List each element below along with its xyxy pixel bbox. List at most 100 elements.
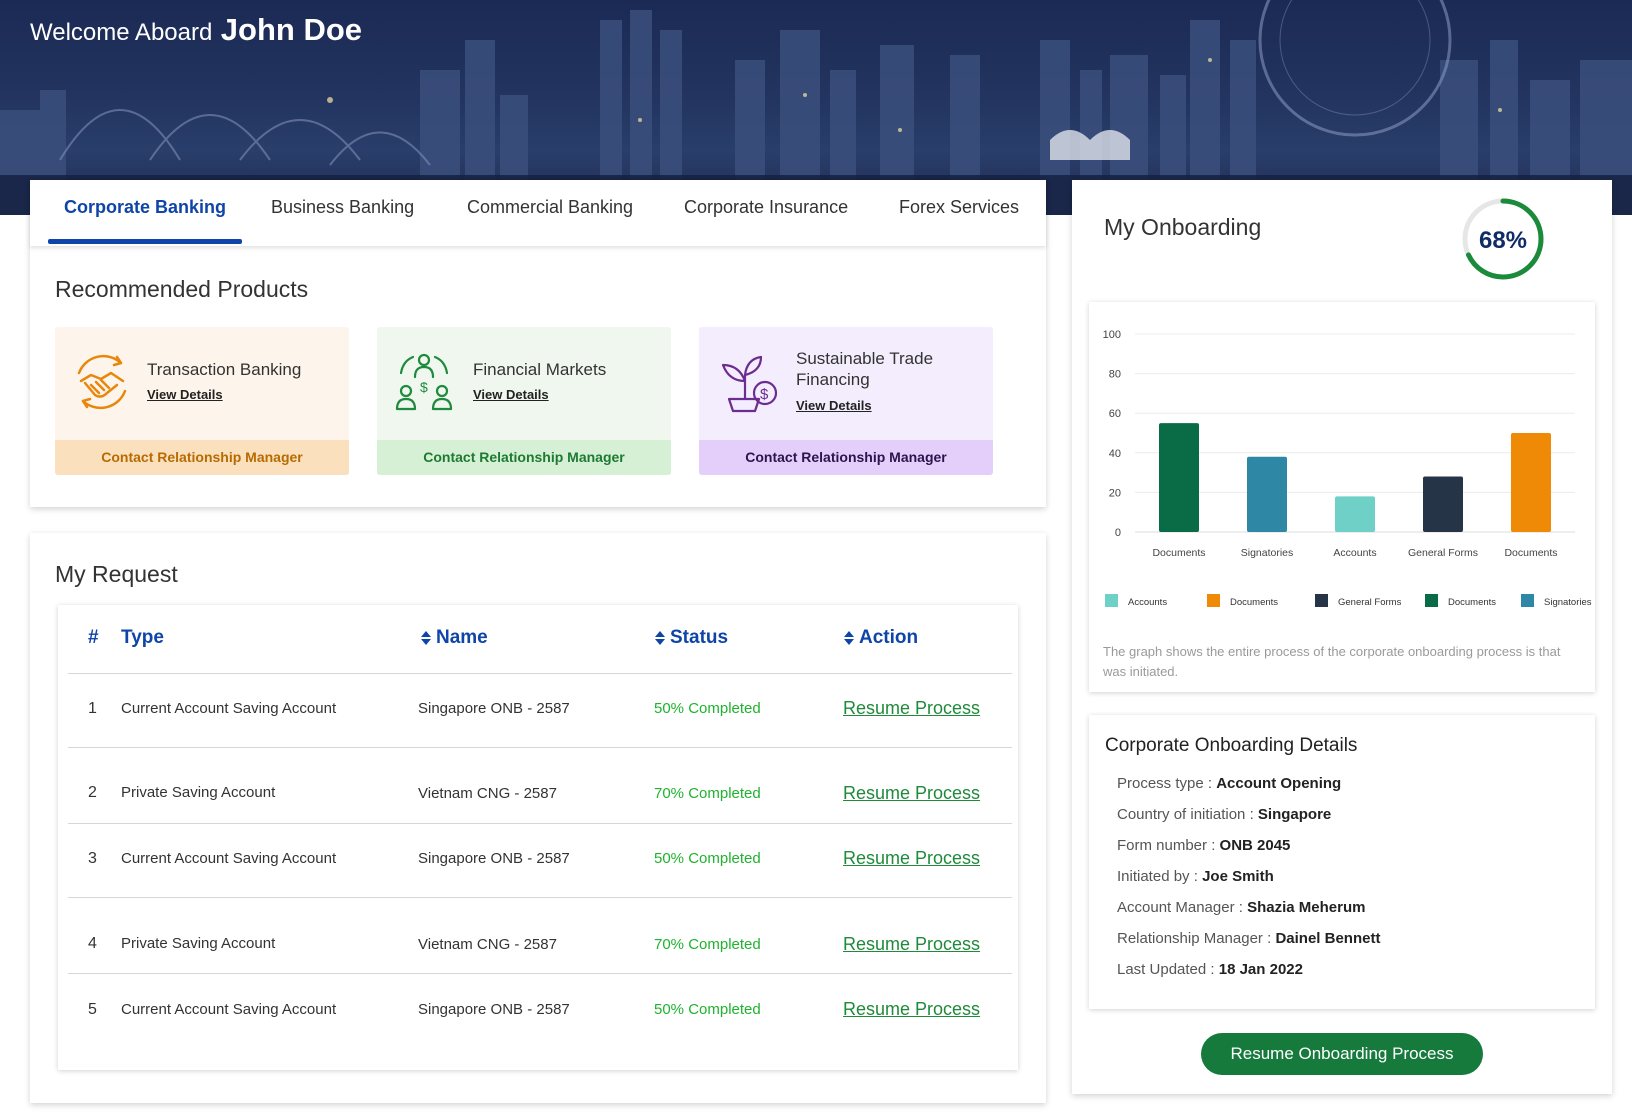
- y-tick-label: 20: [1109, 487, 1121, 499]
- progress-ring: 68%: [1462, 198, 1544, 280]
- legend-label: Documents: [1448, 597, 1496, 608]
- my-request-title: My Request: [55, 561, 178, 587]
- handshake-icon: [77, 354, 127, 410]
- row-name: Singapore ONB - 2587: [418, 700, 570, 717]
- y-tick-label: 60: [1109, 408, 1121, 420]
- column-header-name[interactable]: Name: [420, 627, 488, 649]
- chart-bar: [1335, 496, 1375, 532]
- view-details-link[interactable]: View Details: [147, 387, 223, 402]
- tab-commercial-banking[interactable]: Commercial Banking: [467, 180, 633, 246]
- column-header-action[interactable]: Action: [843, 627, 918, 649]
- row-status: 50% Completed: [654, 850, 761, 867]
- onboarding-details: Corporate Onboarding Details Process typ…: [1089, 715, 1595, 1009]
- y-tick-label: 40: [1109, 448, 1121, 460]
- x-tick-label: General Forms: [1408, 547, 1478, 559]
- chart-bar: [1423, 476, 1463, 532]
- detail-label: Last Updated :: [1117, 961, 1219, 978]
- row-type: Current Account Saving Account: [121, 700, 337, 717]
- detail-value: Account Opening: [1216, 775, 1342, 792]
- resume-process-link[interactable]: Resume Process: [843, 698, 980, 719]
- row-number: 3: [88, 850, 97, 867]
- row-status: 50% Completed: [654, 700, 761, 717]
- recommended-products-title: Recommended Products: [55, 276, 309, 302]
- bar-chart: 0 20 40 60 80 100 Documents Signatories Accounts…: [1103, 329, 1592, 608]
- tab-forex-services[interactable]: Forex Services: [899, 180, 1019, 246]
- detail-value: Shazia Meherum: [1247, 899, 1366, 916]
- row-divider: [68, 973, 1012, 974]
- row-number: 5: [88, 1001, 97, 1018]
- chart-bar: [1511, 433, 1551, 532]
- row-divider: [68, 897, 1012, 898]
- y-tick-label: 80: [1109, 369, 1121, 381]
- x-tick-label: Signatories: [1241, 547, 1294, 559]
- detail-label: Relationship Manager :: [1117, 930, 1276, 947]
- user-name: John Doe: [220, 12, 363, 47]
- tab-business-banking[interactable]: Business Banking: [271, 180, 414, 246]
- investors-icon: $: [395, 353, 453, 411]
- view-details-link[interactable]: View Details: [473, 387, 549, 402]
- row-name: Vietnam CNG - 2587: [418, 936, 557, 953]
- tab-corporate-banking[interactable]: Corporate Banking: [47, 180, 243, 246]
- resume-onboarding-button[interactable]: Resume Onboarding Process: [1201, 1033, 1483, 1075]
- x-tick-label: Accounts: [1333, 547, 1376, 559]
- row-status: 50% Completed: [654, 1001, 761, 1018]
- contact-rm-button[interactable]: Contact Relationship Manager: [377, 440, 671, 475]
- resume-process-link[interactable]: Resume Process: [843, 934, 980, 955]
- sort-icon: [844, 630, 854, 645]
- products-card: Corporate Banking Business Banking Comme…: [30, 180, 1046, 507]
- detail-relationship-manager: Relationship Manager : Dainel Bennett: [1117, 930, 1380, 947]
- legend-label: Documents: [1230, 597, 1278, 608]
- legend-swatch: [1425, 594, 1438, 607]
- x-tick-label: Documents: [1504, 547, 1557, 559]
- product-card-financial-markets: $ Financial Markets View Details Contact…: [377, 327, 671, 475]
- row-type: Private Saving Account: [121, 784, 276, 801]
- row-divider: [68, 673, 1012, 674]
- request-table: # Type Name Status Action 1 Current Acco…: [58, 605, 1018, 1070]
- welcome-text: Welcome Aboard: [30, 19, 213, 46]
- detail-form-number: Form number : ONB 2045: [1117, 837, 1290, 854]
- legend-label: Accounts: [1128, 597, 1167, 608]
- sort-icon: [655, 630, 665, 645]
- x-tick-label: Documents: [1152, 547, 1205, 559]
- detail-label: Country of initiation :: [1117, 806, 1258, 823]
- column-header-name-label: Name: [436, 627, 488, 648]
- column-header-status[interactable]: Status: [654, 627, 728, 649]
- legend-swatch: [1105, 594, 1118, 607]
- product-card-sustainable-trade: $ Sustainable Trade Financing View Detai…: [699, 327, 993, 475]
- column-header-action-label: Action: [859, 627, 919, 648]
- contact-rm-button[interactable]: Contact Relationship Manager: [55, 440, 349, 475]
- progress-percent: 68%: [1479, 227, 1527, 254]
- legend-swatch: [1315, 594, 1328, 607]
- row-type: Private Saving Account: [121, 935, 276, 952]
- tab-corporate-insurance[interactable]: Corporate Insurance: [684, 180, 848, 246]
- resume-process-link[interactable]: Resume Process: [843, 999, 980, 1020]
- svg-text:$: $: [760, 386, 769, 403]
- chart-description: The graph shows the entire process of th…: [1103, 644, 1561, 679]
- column-header-type: Type: [121, 627, 164, 648]
- detail-label: Form number :: [1117, 837, 1220, 854]
- column-header-status-label: Status: [670, 627, 729, 648]
- onboarding-card: My Onboarding 68% 0 20 40 60 80 100 Documents S…: [1072, 180, 1612, 1094]
- detail-account-manager: Account Manager : Shazia Meherum: [1117, 899, 1365, 916]
- detail-initiated-by: Initiated by : Joe Smith: [1117, 868, 1274, 885]
- detail-last-updated: Last Updated : 18 Jan 2022: [1117, 961, 1303, 978]
- detail-value: Joe Smith: [1202, 868, 1274, 885]
- contact-rm-button[interactable]: Contact Relationship Manager: [699, 440, 993, 475]
- details-title: Corporate Onboarding Details: [1105, 735, 1358, 756]
- detail-value: Singapore: [1257, 806, 1332, 823]
- welcome-heading: Welcome Aboard John Doe: [30, 12, 362, 48]
- resume-process-link[interactable]: Resume Process: [843, 783, 980, 804]
- view-details-link[interactable]: View Details: [796, 398, 872, 413]
- product-name: Financial Markets: [473, 360, 607, 379]
- detail-process-type: Process type : Account Opening: [1117, 775, 1341, 792]
- product-card-transaction-banking: Transaction Banking View Details Contact…: [55, 327, 349, 475]
- plant-money-icon: $: [721, 355, 778, 413]
- row-name: Vietnam CNG - 2587: [418, 785, 557, 802]
- resume-process-link[interactable]: Resume Process: [843, 848, 980, 869]
- banking-tabs: Corporate Banking Business Banking Comme…: [30, 180, 1046, 246]
- column-header-num: #: [88, 627, 99, 648]
- row-type: Current Account Saving Account: [121, 1001, 337, 1018]
- detail-value: ONB 2045: [1219, 837, 1291, 854]
- legend-label: General Forms: [1338, 597, 1402, 608]
- row-number: 4: [88, 935, 97, 952]
